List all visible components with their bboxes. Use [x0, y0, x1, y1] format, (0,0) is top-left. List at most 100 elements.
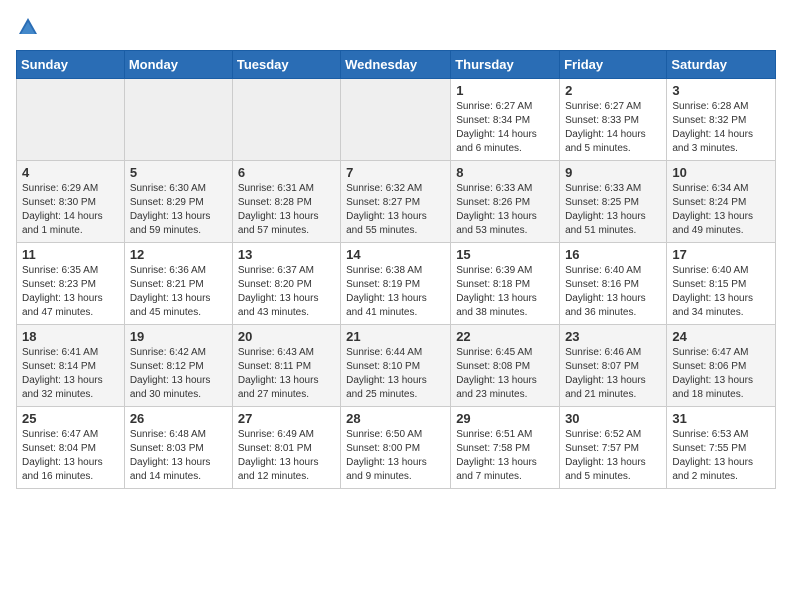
- calendar-cell: 18 Sunrise: 6:41 AM Sunset: 8:14 PM Dayli…: [17, 325, 125, 407]
- day-info: Sunrise: 6:41 AM Sunset: 8:14 PM Dayligh…: [22, 346, 119, 402]
- day-info: Sunrise: 6:40 AM Sunset: 8:15 PM Dayligh…: [672, 264, 770, 320]
- day-number: 13: [238, 247, 335, 262]
- day-info: Sunrise: 6:42 AM Sunset: 8:12 PM Dayligh…: [130, 346, 227, 402]
- day-number: 3: [672, 83, 770, 98]
- calendar-week-row: 1Sunrise: 6:27 AM Sunset: 8:34 PM Daylig…: [17, 79, 776, 161]
- day-info: Sunrise: 6:50 AM Sunset: 8:00 PM Dayligh…: [346, 428, 445, 484]
- calendar-cell: 29 Sunrise: 6:51 AM Sunset: 7:58 PM Dayli…: [451, 407, 560, 489]
- day-number: 29: [456, 411, 554, 426]
- day-info: Sunrise: 6:34 AM Sunset: 8:24 PM Dayligh…: [672, 182, 770, 238]
- calendar-cell: 27 Sunrise: 6:49 AM Sunset: 8:01 PM Dayli…: [232, 407, 340, 489]
- page-header: [16, 16, 776, 38]
- day-number: 18: [22, 329, 119, 344]
- calendar-cell: 7Sunrise: 6:32 AM Sunset: 8:27 PM Daylig…: [341, 161, 451, 243]
- calendar-cell: [124, 79, 232, 161]
- day-number: 21: [346, 329, 445, 344]
- calendar-cell: 10 Sunrise: 6:34 AM Sunset: 8:24 PM Dayli…: [667, 161, 776, 243]
- calendar-cell: 30 Sunrise: 6:52 AM Sunset: 7:57 PM Dayli…: [560, 407, 667, 489]
- day-info: Sunrise: 6:33 AM Sunset: 8:26 PM Dayligh…: [456, 182, 554, 238]
- day-info: Sunrise: 6:46 AM Sunset: 8:07 PM Dayligh…: [565, 346, 661, 402]
- calendar-cell: 3 Sunrise: 6:28 AM Sunset: 8:32 PM Daylig…: [667, 79, 776, 161]
- calendar-cell: 25 Sunrise: 6:47 AM Sunset: 8:04 PM Dayli…: [17, 407, 125, 489]
- day-info: Sunrise: 6:38 AM Sunset: 8:19 PM Dayligh…: [346, 264, 445, 320]
- day-number: 15: [456, 247, 554, 262]
- day-info: Sunrise: 6:44 AM Sunset: 8:10 PM Dayligh…: [346, 346, 445, 402]
- day-info: Sunrise: 6:28 AM Sunset: 8:32 PM Dayligh…: [672, 100, 770, 156]
- day-number: 28: [346, 411, 445, 426]
- day-info: Sunrise: 6:51 AM Sunset: 7:58 PM Dayligh…: [456, 428, 554, 484]
- calendar-cell: 19 Sunrise: 6:42 AM Sunset: 8:12 PM Dayli…: [124, 325, 232, 407]
- day-number: 30: [565, 411, 661, 426]
- calendar-week-row: 4 Sunrise: 6:29 AM Sunset: 8:30 PM Daylig…: [17, 161, 776, 243]
- calendar-cell: 16Sunrise: 6:40 AM Sunset: 8:16 PM Dayli…: [560, 243, 667, 325]
- calendar-cell: 2 Sunrise: 6:27 AM Sunset: 8:33 PM Daylig…: [560, 79, 667, 161]
- calendar-cell: 23 Sunrise: 6:46 AM Sunset: 8:07 PM Dayli…: [560, 325, 667, 407]
- calendar-cell: 22 Sunrise: 6:45 AM Sunset: 8:08 PM Dayli…: [451, 325, 560, 407]
- day-number: 10: [672, 165, 770, 180]
- day-info: Sunrise: 6:36 AM Sunset: 8:21 PM Dayligh…: [130, 264, 227, 320]
- calendar-cell: [341, 79, 451, 161]
- calendar-cell: 26Sunrise: 6:48 AM Sunset: 8:03 PM Dayli…: [124, 407, 232, 489]
- day-number: 4: [22, 165, 119, 180]
- day-number: 16: [565, 247, 661, 262]
- day-info: Sunrise: 6:52 AM Sunset: 7:57 PM Dayligh…: [565, 428, 661, 484]
- day-number: 11: [22, 247, 119, 262]
- day-number: 25: [22, 411, 119, 426]
- day-number: 9: [565, 165, 661, 180]
- day-info: Sunrise: 6:45 AM Sunset: 8:08 PM Dayligh…: [456, 346, 554, 402]
- day-number: 20: [238, 329, 335, 344]
- day-info: Sunrise: 6:47 AM Sunset: 8:06 PM Dayligh…: [672, 346, 770, 402]
- calendar-cell: 9 Sunrise: 6:33 AM Sunset: 8:25 PM Daylig…: [560, 161, 667, 243]
- calendar-cell: 12Sunrise: 6:36 AM Sunset: 8:21 PM Dayli…: [124, 243, 232, 325]
- day-number: 1: [456, 83, 554, 98]
- calendar-week-row: 25 Sunrise: 6:47 AM Sunset: 8:04 PM Dayli…: [17, 407, 776, 489]
- calendar-cell: 4 Sunrise: 6:29 AM Sunset: 8:30 PM Daylig…: [17, 161, 125, 243]
- day-info: Sunrise: 6:27 AM Sunset: 8:33 PM Dayligh…: [565, 100, 661, 156]
- day-header-wednesday: Wednesday: [341, 51, 451, 79]
- day-info: Sunrise: 6:31 AM Sunset: 8:28 PM Dayligh…: [238, 182, 335, 238]
- day-number: 19: [130, 329, 227, 344]
- day-info: Sunrise: 6:49 AM Sunset: 8:01 PM Dayligh…: [238, 428, 335, 484]
- calendar-cell: 5 Sunrise: 6:30 AM Sunset: 8:29 PM Daylig…: [124, 161, 232, 243]
- calendar-cell: 15 Sunrise: 6:39 AM Sunset: 8:18 PM Dayli…: [451, 243, 560, 325]
- day-info: Sunrise: 6:43 AM Sunset: 8:11 PM Dayligh…: [238, 346, 335, 402]
- logo-icon: [17, 16, 39, 38]
- day-info: Sunrise: 6:29 AM Sunset: 8:30 PM Dayligh…: [22, 182, 119, 238]
- calendar-cell: 28 Sunrise: 6:50 AM Sunset: 8:00 PM Dayli…: [341, 407, 451, 489]
- day-info: Sunrise: 6:33 AM Sunset: 8:25 PM Dayligh…: [565, 182, 661, 238]
- day-info: Sunrise: 6:39 AM Sunset: 8:18 PM Dayligh…: [456, 264, 554, 320]
- calendar-cell: 21 Sunrise: 6:44 AM Sunset: 8:10 PM Dayli…: [341, 325, 451, 407]
- day-info: Sunrise: 6:53 AM Sunset: 7:55 PM Dayligh…: [672, 428, 770, 484]
- calendar-cell: 20 Sunrise: 6:43 AM Sunset: 8:11 PM Dayli…: [232, 325, 340, 407]
- calendar-cell: 6 Sunrise: 6:31 AM Sunset: 8:28 PM Daylig…: [232, 161, 340, 243]
- day-number: 31: [672, 411, 770, 426]
- day-header-monday: Monday: [124, 51, 232, 79]
- calendar-body: 1Sunrise: 6:27 AM Sunset: 8:34 PM Daylig…: [17, 79, 776, 489]
- day-header-sunday: Sunday: [17, 51, 125, 79]
- calendar-cell: 1Sunrise: 6:27 AM Sunset: 8:34 PM Daylig…: [451, 79, 560, 161]
- day-header-tuesday: Tuesday: [232, 51, 340, 79]
- day-number: 2: [565, 83, 661, 98]
- day-number: 5: [130, 165, 227, 180]
- calendar-week-row: 18 Sunrise: 6:41 AM Sunset: 8:14 PM Dayli…: [17, 325, 776, 407]
- calendar-cell: 17 Sunrise: 6:40 AM Sunset: 8:15 PM Dayli…: [667, 243, 776, 325]
- day-number: 27: [238, 411, 335, 426]
- calendar-cell: 31 Sunrise: 6:53 AM Sunset: 7:55 PM Dayli…: [667, 407, 776, 489]
- day-number: 6: [238, 165, 335, 180]
- day-info: Sunrise: 6:47 AM Sunset: 8:04 PM Dayligh…: [22, 428, 119, 484]
- day-header-friday: Friday: [560, 51, 667, 79]
- day-number: 14: [346, 247, 445, 262]
- day-number: 26: [130, 411, 227, 426]
- calendar-cell: 11 Sunrise: 6:35 AM Sunset: 8:23 PM Dayli…: [17, 243, 125, 325]
- calendar-cell: [232, 79, 340, 161]
- day-number: 23: [565, 329, 661, 344]
- calendar-cell: 14 Sunrise: 6:38 AM Sunset: 8:19 PM Dayli…: [341, 243, 451, 325]
- day-number: 22: [456, 329, 554, 344]
- day-info: Sunrise: 6:30 AM Sunset: 8:29 PM Dayligh…: [130, 182, 227, 238]
- day-info: Sunrise: 6:35 AM Sunset: 8:23 PM Dayligh…: [22, 264, 119, 320]
- day-number: 17: [672, 247, 770, 262]
- day-number: 7: [346, 165, 445, 180]
- calendar-cell: 13 Sunrise: 6:37 AM Sunset: 8:20 PM Dayli…: [232, 243, 340, 325]
- calendar-cell: 8Sunrise: 6:33 AM Sunset: 8:26 PM Daylig…: [451, 161, 560, 243]
- day-info: Sunrise: 6:37 AM Sunset: 8:20 PM Dayligh…: [238, 264, 335, 320]
